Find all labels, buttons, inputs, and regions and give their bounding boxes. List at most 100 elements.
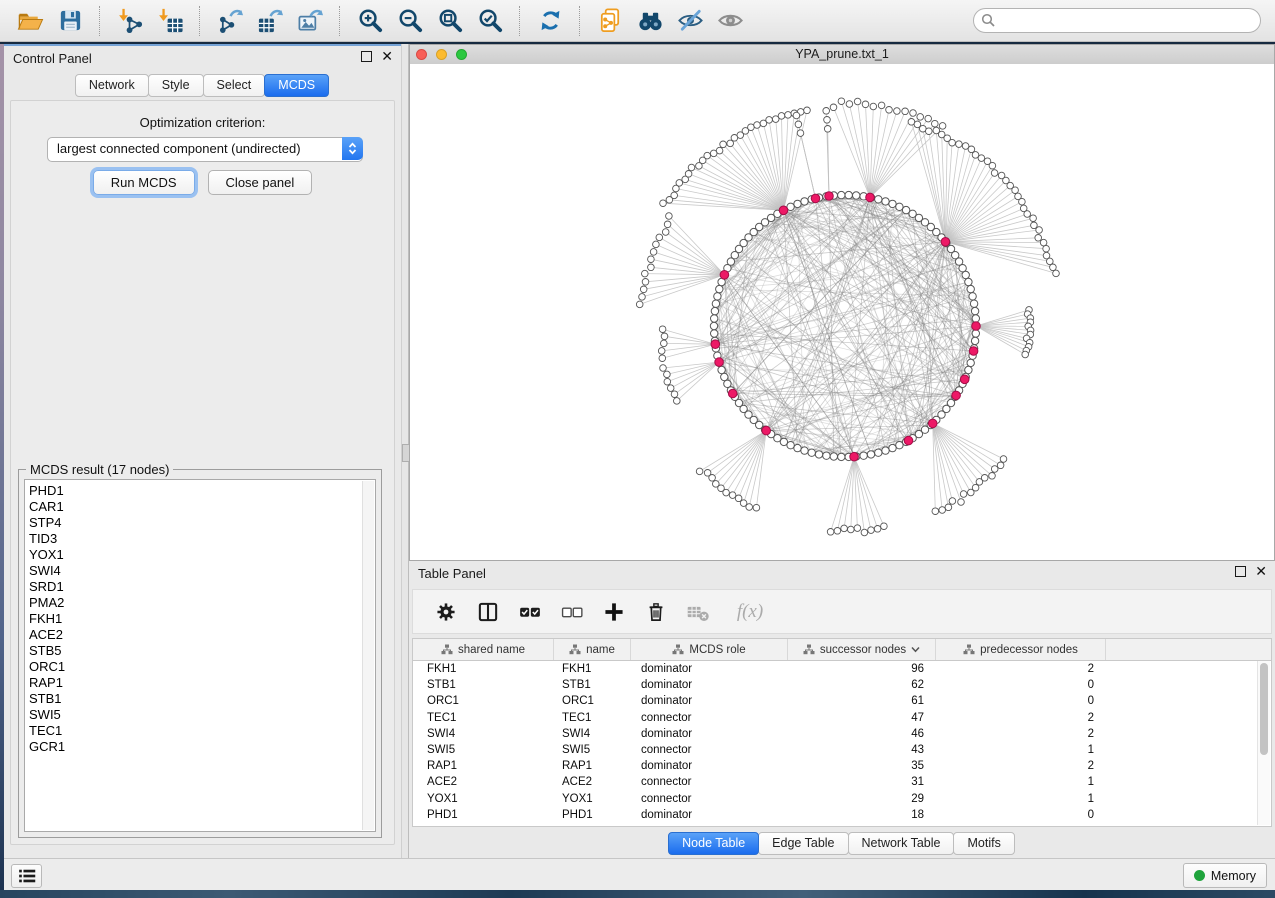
export-image-button[interactable] — [295, 6, 325, 36]
tab-node-table[interactable]: Node Table — [668, 832, 759, 855]
table-row[interactable]: SWI4SWI4dominator462 — [413, 726, 1271, 742]
node-table[interactable]: shared namenameMCDS rolesuccessor nodesp… — [412, 638, 1272, 827]
table-cell: dominator — [631, 809, 788, 821]
mcds-result-item[interactable]: CAR1 — [29, 499, 375, 515]
table-cell: FKH1 — [554, 663, 631, 675]
network-graph[interactable] — [410, 64, 1274, 560]
settings-icon — [434, 600, 458, 624]
float-panel-icon[interactable] — [361, 51, 372, 62]
tab-edge-table[interactable]: Edge Table — [758, 832, 848, 855]
add-button[interactable] — [601, 599, 627, 625]
table-cell: connector — [631, 776, 788, 788]
table-row[interactable]: PHD1PHD1dominator180 — [413, 807, 1271, 823]
delete-button[interactable] — [643, 599, 669, 625]
mcds-result-item[interactable]: FKH1 — [29, 611, 375, 627]
table-row[interactable]: ACE2ACE2connector311 — [413, 774, 1271, 790]
columns-button[interactable] — [475, 599, 501, 625]
network-view[interactable] — [410, 64, 1274, 560]
mcds-result-item[interactable]: TID3 — [29, 531, 375, 547]
mcds-result-item[interactable]: SWI5 — [29, 707, 375, 723]
select-stepper-icon[interactable] — [342, 137, 363, 160]
column-header-MCDS-role[interactable]: MCDS role — [631, 639, 788, 660]
column-header-shared-name[interactable]: shared name — [413, 639, 554, 660]
import-table-button[interactable] — [155, 6, 185, 36]
mcds-result-item[interactable]: ACE2 — [29, 627, 375, 643]
search-input[interactable] — [973, 8, 1261, 33]
toolbar-separator — [99, 6, 101, 36]
column-header-predecessor-nodes[interactable]: predecessor nodes — [936, 639, 1106, 660]
tab-network-table[interactable]: Network Table — [848, 832, 955, 855]
refresh-button[interactable] — [535, 6, 565, 36]
mcds-result-list[interactable]: PHD1CAR1STP4TID3YOX1SWI4SRD1PMA2FKH1ACE2… — [24, 479, 376, 832]
close-panel-icon[interactable]: ✕ — [381, 51, 393, 62]
zoom-in-button[interactable] — [355, 6, 385, 36]
tab-network[interactable]: Network — [75, 74, 149, 97]
search-box — [973, 8, 1261, 33]
table-cell: SWI4 — [413, 728, 554, 740]
toolbar-separator — [199, 6, 201, 36]
memory-button[interactable]: Memory — [1183, 863, 1267, 888]
table-row[interactable]: FKH1FKH1dominator962 — [413, 661, 1271, 677]
zoom-fit-button[interactable] — [435, 6, 465, 36]
mcds-result-item[interactable]: TEC1 — [29, 723, 375, 739]
table-row[interactable]: STB1STB1dominator620 — [413, 677, 1271, 693]
sort-chevron-icon[interactable] — [911, 644, 920, 656]
export-network-button[interactable] — [215, 6, 245, 36]
table-row[interactable]: YOX1YOX1connector291 — [413, 791, 1271, 807]
table-row[interactable]: RAP1RAP1dominator352 — [413, 758, 1271, 774]
mcds-result-item[interactable]: GCR1 — [29, 739, 375, 755]
close-table-panel-icon[interactable]: ✕ — [1255, 566, 1267, 577]
unselect-all-button[interactable] — [559, 599, 585, 625]
save-button[interactable] — [55, 6, 85, 36]
tab-style[interactable]: Style — [148, 74, 204, 97]
hide-selected-button[interactable] — [675, 6, 705, 36]
mcds-result-item[interactable]: STP4 — [29, 515, 375, 531]
close-panel-button[interactable]: Close panel — [208, 170, 313, 195]
first-neighbors-button[interactable] — [635, 6, 665, 36]
table-panel-tabs: Node TableEdge TableNetwork TableMotifs — [409, 832, 1275, 855]
tab-mcds[interactable]: MCDS — [264, 74, 329, 97]
zoom-selected-button[interactable] — [475, 6, 505, 36]
zoom-out-button[interactable] — [395, 6, 425, 36]
column-header-name[interactable]: name — [554, 639, 631, 660]
table-cell: 96 — [788, 663, 936, 675]
mcds-result-item[interactable]: SRD1 — [29, 579, 375, 595]
mcds-result-item[interactable]: PMA2 — [29, 595, 375, 611]
clone-network-button[interactable] — [595, 6, 625, 36]
mcds-result-item[interactable]: STB5 — [29, 643, 375, 659]
table-scrollbar[interactable] — [1257, 661, 1270, 825]
mcds-result-item[interactable]: YOX1 — [29, 547, 375, 563]
toolbar-separator — [519, 6, 521, 36]
table-cell: 29 — [788, 793, 936, 805]
node-table-header: shared namenameMCDS rolesuccessor nodesp… — [413, 639, 1271, 661]
tab-select[interactable]: Select — [203, 74, 266, 97]
table-cell: 2 — [936, 663, 1106, 675]
vertical-splitter[interactable] — [401, 44, 409, 858]
hierarchy-icon — [803, 644, 815, 655]
show-all-button[interactable] — [715, 6, 745, 36]
mcds-result-item[interactable]: ORC1 — [29, 659, 375, 675]
run-mcds-button[interactable]: Run MCDS — [93, 170, 195, 195]
table-cell: YOX1 — [554, 793, 631, 805]
mcds-result-item[interactable]: STB1 — [29, 691, 375, 707]
mcds-result-item[interactable]: SWI4 — [29, 563, 375, 579]
mcds-result-item[interactable]: RAP1 — [29, 675, 375, 691]
table-cell: 0 — [936, 809, 1106, 821]
export-table-button[interactable] — [255, 6, 285, 36]
tab-motifs[interactable]: Motifs — [953, 832, 1014, 855]
float-table-panel-icon[interactable] — [1235, 566, 1246, 577]
settings-button[interactable] — [433, 599, 459, 625]
import-network-button[interactable] — [115, 6, 145, 36]
table-scrollbar-thumb[interactable] — [1260, 663, 1268, 755]
table-row[interactable]: SWI5SWI5connector431 — [413, 742, 1271, 758]
optimization-criterion-select[interactable]: largest connected component (undirected) — [47, 137, 363, 162]
network-window-titlebar[interactable]: YPA_prune.txt_1 — [410, 45, 1274, 65]
table-row[interactable]: TEC1TEC1connector472 — [413, 710, 1271, 726]
panel-selector-button[interactable] — [11, 864, 42, 888]
open-button[interactable] — [15, 6, 45, 36]
select-all-button[interactable] — [517, 599, 543, 625]
mcds-result-item[interactable]: PHD1 — [29, 483, 375, 499]
table-row[interactable]: ORC1ORC1dominator610 — [413, 693, 1271, 709]
list-scrollbar[interactable] — [362, 481, 374, 830]
column-header-successor-nodes[interactable]: successor nodes — [788, 639, 936, 660]
